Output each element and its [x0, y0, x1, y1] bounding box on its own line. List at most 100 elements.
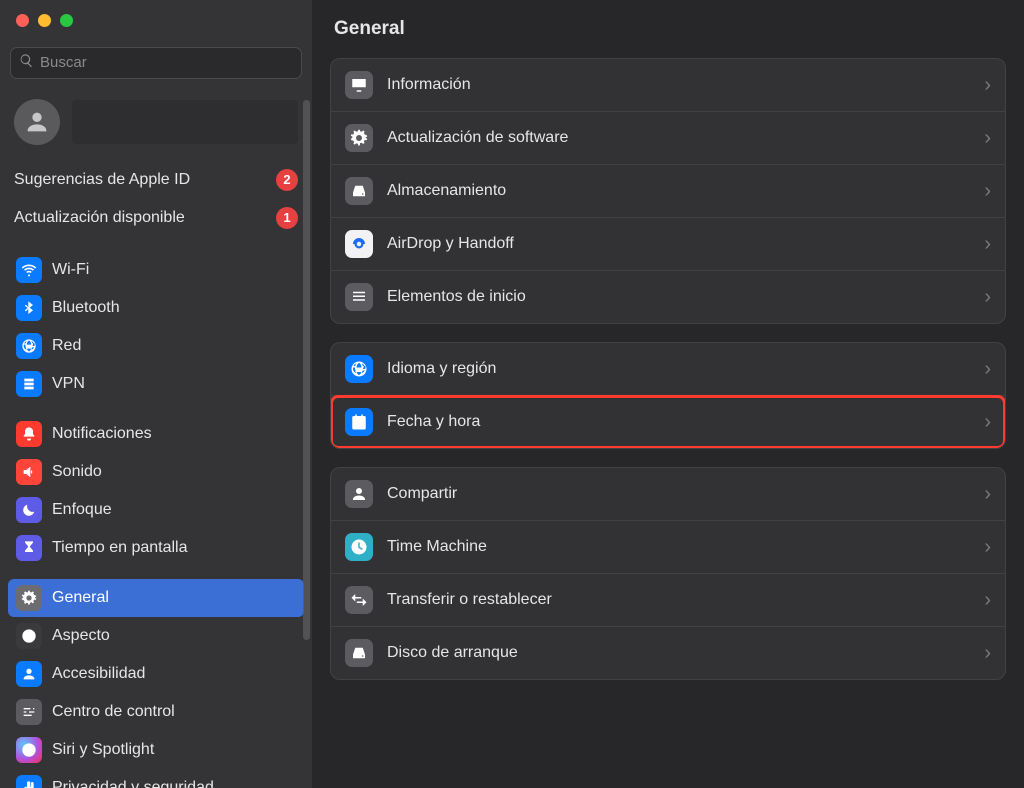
imac-icon: [345, 71, 373, 99]
sidebar-item-vpn[interactable]: VPN: [8, 365, 304, 403]
settings-row-label: Time Machine: [387, 538, 487, 556]
chevron-right-icon: ›: [984, 75, 991, 95]
settings-row-label: Información: [387, 76, 471, 94]
alert-count-badge: 2: [276, 169, 298, 191]
sidebar-item-general[interactable]: General: [8, 579, 304, 617]
globe-icon: [345, 355, 373, 383]
settings-row-time-machine[interactable]: Time Machine ›: [331, 520, 1005, 573]
bell-icon: [16, 421, 42, 447]
settings-row-startup-disk[interactable]: Disco de arranque ›: [331, 626, 1005, 679]
sidebar-item-sound[interactable]: Sonido: [8, 453, 304, 491]
gear-icon: [345, 124, 373, 152]
search-field[interactable]: [10, 47, 302, 79]
alert-1[interactable]: Actualización disponible 1: [14, 199, 298, 237]
sidebar-item-label: Siri y Spotlight: [52, 741, 154, 759]
chevron-right-icon: ›: [984, 234, 991, 254]
alert-count-badge: 1: [276, 207, 298, 229]
settings-row-label: Fecha y hora: [387, 413, 480, 431]
sidebar-item-label: VPN: [52, 375, 85, 393]
sidebar-item-network[interactable]: Red: [8, 327, 304, 365]
chevron-right-icon: ›: [984, 128, 991, 148]
sidebar: Sugerencias de Apple ID 2 Actualización …: [0, 0, 312, 788]
chevron-right-icon: ›: [984, 181, 991, 201]
avatar: [14, 99, 60, 145]
sidebar-item-control-center[interactable]: Centro de control: [8, 693, 304, 731]
hourglass-icon: [16, 535, 42, 561]
sidebar-item-label: Centro de control: [52, 703, 175, 721]
sidebar-item-privacy[interactable]: Privacidad y seguridad: [8, 769, 304, 788]
settings-row-language[interactable]: Idioma y región ›: [331, 343, 1005, 395]
sidebar-item-label: Wi-Fi: [52, 261, 89, 279]
airdrop-icon: [345, 230, 373, 258]
sidebar-item-label: Bluetooth: [52, 299, 120, 317]
window-controls: [0, 0, 312, 37]
chevron-right-icon: ›: [984, 590, 991, 610]
close-button[interactable]: [16, 14, 29, 27]
profile-name-redacted: [72, 100, 298, 144]
person-icon: [345, 480, 373, 508]
profile-row[interactable]: [0, 85, 312, 161]
main-panel: General Información › Actualización de s…: [312, 0, 1024, 788]
globe-icon: [16, 333, 42, 359]
moon-icon: [16, 497, 42, 523]
settings-row-date-time[interactable]: Fecha y hora ›: [331, 395, 1005, 448]
maximize-button[interactable]: [60, 14, 73, 27]
sidebar-item-label: Enfoque: [52, 501, 112, 519]
list-icon: [345, 283, 373, 311]
search-icon: [19, 53, 40, 72]
settings-row-label: Elementos de inicio: [387, 288, 526, 306]
settings-row-transfer[interactable]: Transferir o restablecer ›: [331, 573, 1005, 626]
sidebar-item-label: Tiempo en pantalla: [52, 539, 188, 557]
settings-row-storage[interactable]: Almacenamiento ›: [331, 164, 1005, 217]
siri-icon: [16, 737, 42, 763]
sidebar-item-focus[interactable]: Enfoque: [8, 491, 304, 529]
settings-row-login-items[interactable]: Elementos de inicio ›: [331, 270, 1005, 323]
chevron-right-icon: ›: [984, 484, 991, 504]
settings-row-label: Almacenamiento: [387, 182, 506, 200]
settings-row-label: AirDrop y Handoff: [387, 235, 514, 253]
minimize-button[interactable]: [38, 14, 51, 27]
page-title: General: [330, 12, 1006, 58]
search-input[interactable]: [40, 54, 293, 71]
contrast-icon: [16, 623, 42, 649]
sidebar-item-notifications[interactable]: Notificaciones: [8, 415, 304, 453]
settings-row-sharing[interactable]: Compartir ›: [331, 468, 1005, 520]
chevron-right-icon: ›: [984, 643, 991, 663]
gear-icon: [16, 585, 42, 611]
sidebar-item-accessibility[interactable]: Accesibilidad: [8, 655, 304, 693]
sidebar-item-label: Sonido: [52, 463, 102, 481]
alert-label: Sugerencias de Apple ID: [14, 171, 190, 189]
sidebar-item-appearance[interactable]: Aspecto: [8, 617, 304, 655]
sliders-icon: [16, 699, 42, 725]
alert-0[interactable]: Sugerencias de Apple ID 2: [14, 161, 298, 199]
chevron-right-icon: ›: [984, 359, 991, 379]
sidebar-item-label: Red: [52, 337, 81, 355]
sidebar-item-label: General: [52, 589, 109, 607]
hand-icon: [16, 775, 42, 788]
bluetooth-icon: [16, 295, 42, 321]
settings-row-airdrop[interactable]: AirDrop y Handoff ›: [331, 217, 1005, 270]
settings-row-update[interactable]: Actualización de software ›: [331, 111, 1005, 164]
sidebar-item-wifi[interactable]: Wi-Fi: [8, 251, 304, 289]
transfer-icon: [345, 586, 373, 614]
sidebar-item-label: Notificaciones: [52, 425, 152, 443]
sidebar-item-bluetooth[interactable]: Bluetooth: [8, 289, 304, 327]
settings-row-label: Actualización de software: [387, 129, 568, 147]
sidebar-item-label: Aspecto: [52, 627, 110, 645]
drive-icon: [345, 639, 373, 667]
chevron-right-icon: ›: [984, 412, 991, 432]
chevron-right-icon: ›: [984, 537, 991, 557]
sidebar-item-label: Privacidad y seguridad: [52, 779, 214, 788]
settings-row-label: Idioma y región: [387, 360, 496, 378]
wifi-icon: [16, 257, 42, 283]
settings-row-label: Compartir: [387, 485, 457, 503]
settings-row-about[interactable]: Información ›: [331, 59, 1005, 111]
settings-row-label: Transferir o restablecer: [387, 591, 552, 609]
sidebar-item-siri[interactable]: Siri y Spotlight: [8, 731, 304, 769]
drive-icon: [345, 177, 373, 205]
sidebar-scrollbar[interactable]: [303, 100, 310, 640]
sidebar-item-label: Accesibilidad: [52, 665, 145, 683]
vpn-icon: [16, 371, 42, 397]
person-icon: [16, 661, 42, 687]
sidebar-item-screentime[interactable]: Tiempo en pantalla: [8, 529, 304, 567]
